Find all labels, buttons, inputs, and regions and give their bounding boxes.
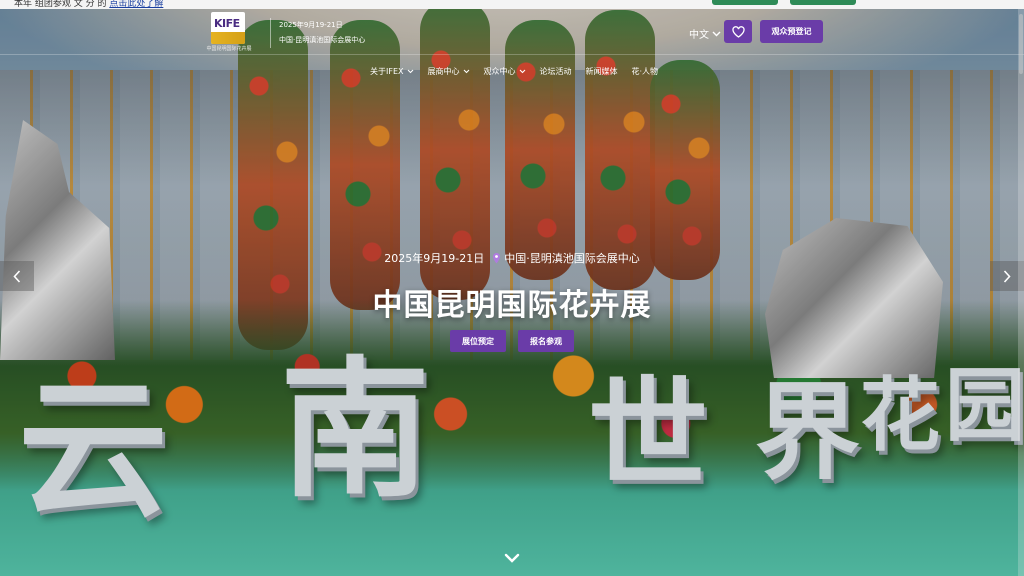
hero-buttons: 展位预定 报名参观 [0,330,1024,352]
nav-item-label: 观众中心 [483,67,516,76]
logo-caption: 中国昆明国际花卉展 [206,46,252,52]
chevron-down-icon [504,553,520,563]
page-scrollbar[interactable] [1018,9,1024,576]
nav-item-visitors[interactable]: 观众中心 [484,66,526,77]
chevron-left-icon [13,269,21,283]
hero-venue: 中国·昆明滇池国际会展中心 [504,252,640,265]
notice-action-button[interactable] [712,0,778,5]
chevron-down-icon [712,31,721,36]
nav-item-label: 论坛活动 [539,67,572,76]
hero-venue-wrap: 中国·昆明滇池国际会展中心 [492,250,640,266]
nav-item-label: 花·人物 [631,67,659,76]
header-event-info: 2025年9月19-21日 中国·昆明滇池国际会展中心 [270,18,365,48]
visitor-register-button[interactable]: 观众预登记 [760,20,823,43]
visit-register-button[interactable]: 报名参观 [518,330,574,352]
logo-band [211,32,245,44]
hero-title: 中国昆明国际花卉展 [372,288,652,323]
chevron-right-icon [1003,269,1011,283]
scrollbar-thumb[interactable] [1019,14,1023,74]
language-selector[interactable]: 中文 [689,26,721,41]
chevron-down-icon [463,69,469,74]
site-logo[interactable]: KIFE 中国昆明国际花卉展 [206,12,252,54]
scroll-down-button[interactable] [502,551,522,565]
nav-item-label: 展商中心 [427,67,460,76]
header-divider [0,54,1024,55]
header-event-date: 2025年9月19-21日 [279,21,343,29]
main-nav: 关于IFEX 展商中心 观众中心 论坛活动 新闻媒体 花·人物 [370,66,672,77]
location-pin-icon [493,253,501,264]
nav-item-forums[interactable]: 论坛活动 [540,66,572,77]
carousel-prev-button[interactable] [0,261,34,291]
nav-item-exhibitors[interactable]: 展商中心 [428,66,470,77]
chevron-down-icon [519,69,525,74]
booth-booking-button[interactable]: 展位预定 [450,330,506,352]
language-label: 中文 [689,30,709,41]
chevron-down-icon [407,69,413,74]
notice-action-button[interactable] [790,0,856,5]
heart-icon [731,25,745,38]
nav-item-about[interactable]: 关于IFEX [370,66,414,77]
logo-text: KIFE [214,17,240,30]
notice-text: 本年 组团参观 文 分 的 [14,0,107,9]
hero-event-info: 2025年9月19-21日 中国·昆明滇池国际会展中心 [0,250,1024,266]
hero-date: 2025年9月19-21日 [384,252,485,265]
favorite-button[interactable] [724,20,752,43]
nav-item-people[interactable]: 花·人物 [632,66,659,77]
nav-item-label: 关于IFEX [370,67,404,76]
nav-item-label: 新闻媒体 [585,67,618,76]
logo-mark: KIFE [211,12,245,44]
notice-link[interactable]: 点击此处了解 [109,0,163,9]
nav-item-news[interactable]: 新闻媒体 [586,66,618,77]
header-event-venue: 中国·昆明滇池国际会展中心 [279,36,366,44]
site-header: KIFE 中国昆明国际花卉展 2025年9月19-21日 中国·昆明滇池国际会展… [0,9,1024,94]
notice-bar: 本年 组团参观 文 分 的 点击此处了解 [0,0,1024,9]
